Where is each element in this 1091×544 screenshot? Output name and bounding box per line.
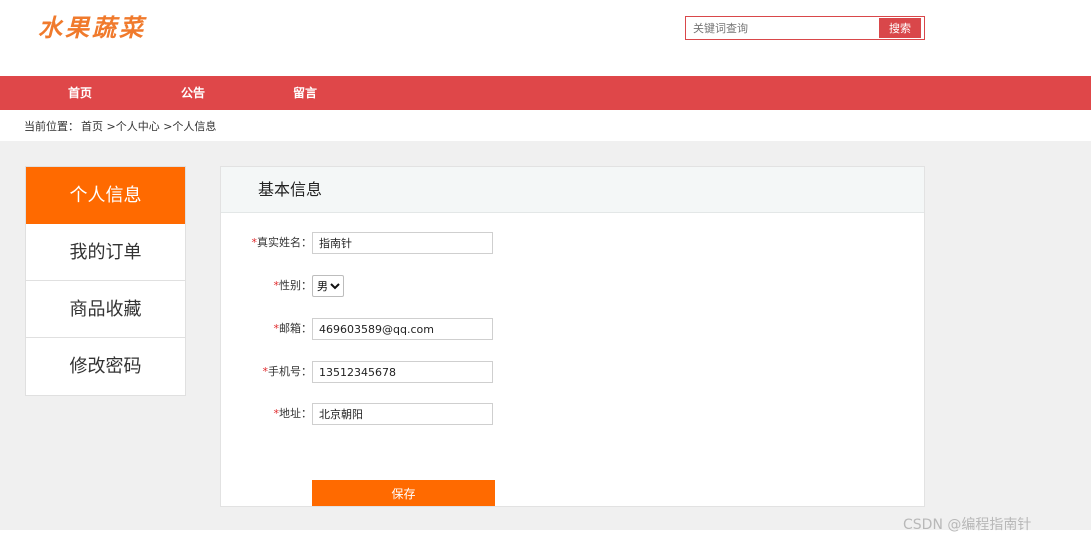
search-box: 搜索 — [685, 16, 925, 40]
address-label: *地址： — [274, 403, 313, 425]
email-label-text: 邮箱： — [279, 322, 312, 335]
phone-label-text: 手机号： — [268, 365, 312, 378]
address-input[interactable] — [312, 403, 493, 425]
save-button[interactable]: 保存 — [312, 480, 495, 506]
email-input[interactable] — [312, 318, 493, 340]
gender-label: *性别： — [274, 275, 313, 297]
breadcrumb-prefix: 当前位置： — [24, 120, 79, 133]
nav-item-home[interactable]: 首页 — [68, 76, 92, 110]
sidebar-item-change-password[interactable]: 修改密码 — [26, 338, 185, 395]
nav-item-messages[interactable]: 留言 — [293, 76, 317, 110]
sidebar-item-orders[interactable]: 我的订单 — [26, 224, 185, 281]
gender-label-text: 性别： — [279, 279, 312, 292]
profile-panel: 基本信息 *真实姓名： *性别： 男 *邮箱： *手机号： *地址： 保存 — [220, 166, 925, 507]
search-input[interactable] — [686, 17, 879, 39]
sidebar-item-profile[interactable]: 个人信息 — [26, 167, 185, 224]
nav-item-announcements[interactable]: 公告 — [181, 76, 205, 110]
name-row: *真实姓名： — [221, 232, 926, 254]
phone-input[interactable] — [312, 361, 493, 383]
phone-row: *手机号： — [221, 361, 926, 383]
breadcrumb-path[interactable]: 首页 >个人中心 >个人信息 — [81, 120, 216, 133]
address-row: *地址： — [221, 403, 926, 425]
sidebar-item-favorites[interactable]: 商品收藏 — [26, 281, 185, 338]
name-label-text: 真实姓名： — [257, 236, 312, 249]
address-label-text: 地址： — [279, 407, 312, 420]
name-label: *真实姓名： — [252, 232, 313, 254]
search-button[interactable]: 搜索 — [879, 18, 921, 38]
watermark: CSDN @编程指南针 — [903, 517, 1032, 533]
panel-title: 基本信息 — [221, 167, 924, 213]
header: 水果蔬菜 搜索 — [0, 0, 1091, 76]
gender-row: *性别： 男 — [221, 275, 926, 297]
email-label: *邮箱： — [274, 318, 313, 340]
real-name-input[interactable] — [312, 232, 493, 254]
site-logo[interactable]: 水果蔬菜 — [38, 8, 146, 43]
phone-label: *手机号： — [263, 361, 313, 383]
user-center-sidebar: 个人信息 我的订单 商品收藏 修改密码 — [25, 166, 186, 396]
gender-select[interactable]: 男 — [312, 275, 344, 297]
breadcrumb: 当前位置： 首页 >个人中心 >个人信息 — [24, 118, 218, 134]
email-row: *邮箱： — [221, 318, 926, 340]
main-nav: 首页 公告 留言 — [0, 76, 1091, 110]
